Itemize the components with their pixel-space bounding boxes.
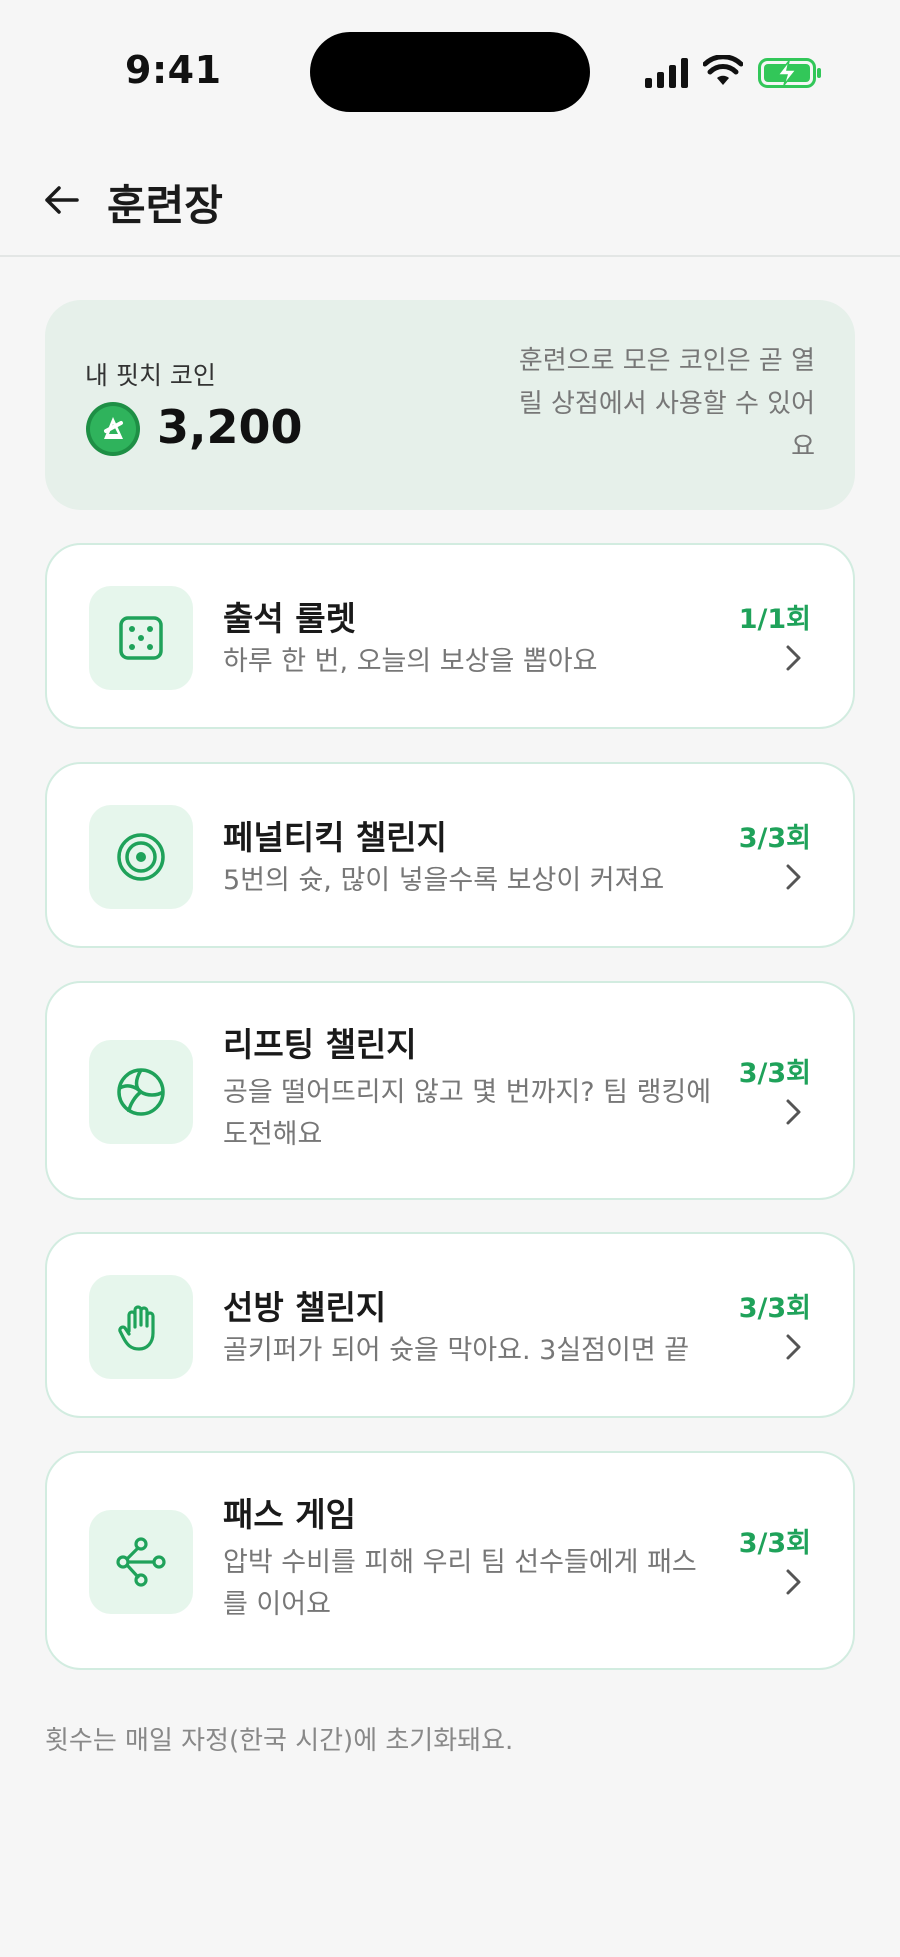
page-title: 훈련장 <box>107 181 223 230</box>
reset-info-note: 횟수는 매일 자정(한국 시간)에 초기화돼요. <box>45 1726 514 1756</box>
ball-icon <box>117 1068 165 1116</box>
battery-charging-icon <box>758 58 821 88</box>
challenge-icon-box <box>89 805 193 909</box>
back-button[interactable] <box>36 175 86 225</box>
chevron-right-icon <box>786 1569 801 1595</box>
challenge-card-lifting[interactable]: 리프팅 챌린지 공을 떨어뜨리지 않고 몇 번까지? 팀 랭킹에 도전해요 3/… <box>45 981 855 1200</box>
challenge-description: 압박 수비를 피해 우리 팀 선수들에게 패스를 이어요 <box>223 1547 697 1620</box>
chevron-right-icon <box>786 645 801 671</box>
coin-label: 내 핏치 코인 <box>85 361 216 390</box>
challenge-count: 3/3회 <box>738 823 811 854</box>
status-time: 9:41 <box>125 48 222 92</box>
challenge-description: 골키퍼가 되어 슛을 막아요. 3실점이면 끝 <box>223 1335 690 1366</box>
challenge-title: 페널티킥 챌린지 <box>223 818 448 857</box>
challenge-title: 리프팅 챌린지 <box>223 1025 417 1064</box>
status-bar: 9:41 <box>0 0 900 145</box>
challenge-title: 패스 게임 <box>223 1495 356 1534</box>
challenge-card-save[interactable]: 선방 챌린지 골키퍼가 되어 슛을 막아요. 3실점이면 끝 3/3회 <box>45 1232 855 1418</box>
challenge-icon-box <box>89 586 193 690</box>
challenge-title: 선방 챌린지 <box>223 1288 387 1327</box>
coin-icon <box>86 402 140 456</box>
challenge-count: 3/3회 <box>738 1293 811 1324</box>
challenge-description: 5번의 슛, 많이 넣을수록 보상이 커져요 <box>223 865 665 896</box>
challenge-card-pass-game[interactable]: 패스 게임 압박 수비를 피해 우리 팀 선수들에게 패스를 이어요 3/3회 <box>45 1451 855 1670</box>
target-icon <box>117 833 165 881</box>
challenge-count: 3/3회 <box>738 1058 811 1089</box>
challenge-count: 3/3회 <box>738 1528 811 1559</box>
chevron-right-icon <box>786 1334 801 1360</box>
challenge-description: 공을 떨어뜨리지 않고 몇 번까지? 팀 랭킹에 도전해요 <box>223 1077 712 1150</box>
dynamic-island <box>310 32 590 112</box>
challenge-icon-box <box>89 1275 193 1379</box>
hand-icon <box>118 1305 155 1351</box>
challenge-card-attendance-roulette[interactable]: 출석 룰렛 하루 한 번, 오늘의 보상을 뽑아요 1/1회 <box>45 543 855 729</box>
share-nodes-icon <box>116 1537 166 1587</box>
coin-note: 훈련으로 모은 코인은 곧 열릴 상점에서 사용할 수 있어요 <box>518 346 815 462</box>
challenge-count: 1/1회 <box>738 604 811 635</box>
top-navigation-bar: 훈련장 <box>0 145 900 257</box>
chevron-right-icon <box>786 1099 801 1125</box>
coin-amount: 3,200 <box>157 400 303 454</box>
challenge-title: 출석 룰렛 <box>223 599 356 638</box>
challenge-card-penalty-kick[interactable]: 페널티킥 챌린지 5번의 슛, 많이 넣을수록 보상이 커져요 3/3회 <box>45 762 855 948</box>
coin-balance-card: 내 핏치 코인 3,200 훈련으로 모은 코인은 곧 열릴 상점에서 사용할 … <box>45 300 855 510</box>
challenge-icon-box <box>89 1040 193 1144</box>
dice-icon <box>119 616 163 660</box>
cellular-signal-icon <box>645 58 688 88</box>
arrow-left-icon <box>45 186 79 214</box>
challenge-icon-box <box>89 1510 193 1614</box>
challenge-description: 하루 한 번, 오늘의 보상을 뽑아요 <box>223 646 598 677</box>
chevron-right-icon <box>786 864 801 890</box>
wifi-icon <box>703 55 743 85</box>
